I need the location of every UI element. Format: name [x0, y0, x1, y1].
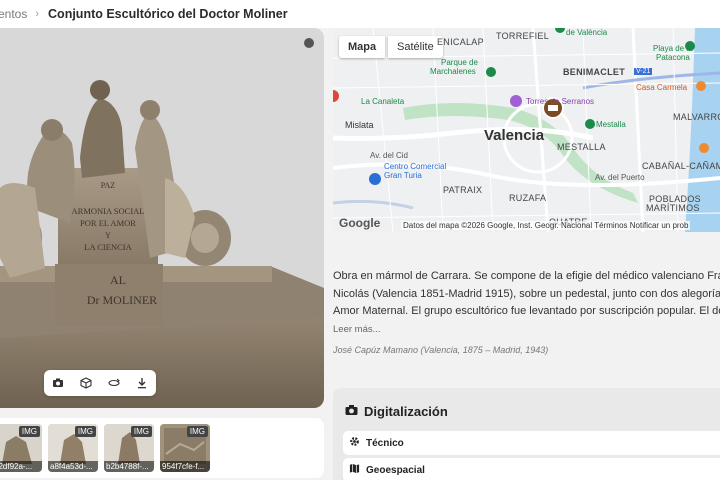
camera-icon[interactable]: [48, 373, 68, 393]
digitalization-panel: Digitalización Técnico Geoespacial: [333, 388, 720, 480]
thumbnail[interactable]: IMG a8f4a53d-...: [48, 424, 98, 472]
breadcrumb-previous-link[interactable]: entos: [0, 7, 27, 21]
map-attribution[interactable]: Datos del mapa ©2026 Google, Inst. Geogr…: [401, 221, 691, 230]
thumbnail-caption: 22df92a-...: [0, 461, 42, 472]
thumbnail-strip: IMG 22df92a-... IMG a8f4a53d-... IMG b2b…: [0, 418, 324, 478]
satellite-view-button[interactable]: Satélite: [388, 36, 443, 58]
thumbnail[interactable]: IMG 22df92a-...: [0, 424, 42, 472]
map-label: MALVARROS: [673, 112, 720, 122]
map-label: RUZAFA: [509, 193, 547, 203]
map-label: Gran Turia: [384, 171, 422, 180]
map-label: de València: [566, 28, 608, 37]
inscription-line: POR EL AMOR: [80, 218, 136, 228]
panel-title-text: Digitalización: [364, 404, 448, 419]
image-badge: IMG: [74, 426, 96, 437]
viewer-toolbar: [44, 370, 156, 396]
accordion-label: Técnico: [366, 437, 404, 449]
description-line: Amor Maternal. El grupo escultórico fue …: [333, 305, 720, 317]
description-text: Obra en mármol de Carrara. Se compone de…: [333, 268, 720, 321]
thumbnail-caption: a8f4a53d-...: [48, 461, 98, 472]
accordion-label: Geoespacial: [366, 464, 425, 476]
accordion-technical[interactable]: Técnico: [343, 431, 720, 455]
image-badge: IMG: [186, 426, 208, 437]
thumbnail-caption: b2b4788f-...: [104, 461, 154, 472]
map-icon: [349, 463, 360, 477]
map-label: Playa de la: [653, 44, 693, 53]
accordion-geospatial[interactable]: Geoespacial: [343, 458, 720, 480]
map-label: Parque de: [441, 58, 478, 67]
sculpture-render: PAZ ARMONIA SOCIAL POR EL AMOR Y LA CIEN…: [0, 80, 324, 408]
map-label: Centro Comercial: [384, 162, 447, 171]
map-label: BENIMACLET: [563, 67, 625, 77]
page-title: Conjunto Escultórico del Doctor Moliner: [48, 7, 288, 21]
inscription-line: Y: [105, 231, 111, 240]
panel-title: Digitalización: [345, 404, 448, 419]
map-city-label: Valencia: [484, 127, 545, 144]
road-shield: V-21: [634, 68, 653, 75]
map-label: Av. del Cid: [370, 151, 408, 160]
map-label: Casa Carmela: [636, 83, 688, 92]
map-label: MARÍTIMOS: [646, 203, 700, 213]
inscription-line: PAZ: [101, 181, 115, 190]
inscription-line: Dr MOLINER: [87, 293, 157, 307]
chevron-right-icon: ›: [35, 8, 40, 20]
download-icon[interactable]: [132, 373, 152, 393]
inscription-line: LA CIENCIA: [84, 242, 132, 252]
map-label: Torres de Serranos: [526, 97, 595, 106]
location-map[interactable]: Mapa Satélite TORREFIEL ENICALAP de Valè…: [333, 28, 720, 232]
model-viewer[interactable]: PAZ ARMONIA SOCIAL POR EL AMOR Y LA CIEN…: [0, 28, 324, 408]
gear-icon: [349, 436, 360, 450]
image-badge: IMG: [130, 426, 152, 437]
map-label: Av. del Puerto: [595, 173, 645, 182]
camera-icon: [345, 404, 358, 419]
thumbnail[interactable]: IMG 954f7cfe-f...: [160, 424, 210, 472]
description-line: Nicolás (Valencia 1851-Madrid 1915), sob…: [333, 287, 720, 300]
map-label: Marchalenes: [430, 67, 476, 76]
map-label: La Canaleta: [361, 97, 405, 106]
map-label: Mislata: [345, 120, 374, 130]
map-label: MESTALLA: [557, 142, 606, 152]
inscription-line: AL: [110, 273, 126, 287]
breadcrumb: entos › Conjunto Escultórico del Doctor …: [0, 0, 720, 28]
map-label: Patacona: [656, 53, 690, 62]
image-badge: IMG: [18, 426, 40, 437]
cube-icon[interactable]: [76, 373, 96, 393]
map-label: ENICALAP: [437, 37, 484, 47]
map-label: PATRAIX: [443, 185, 483, 195]
map-label: CABAÑAL-CAÑAMEL: [642, 161, 720, 171]
status-dot-icon: [304, 38, 314, 48]
google-logo: Google: [339, 216, 381, 230]
thumbnail-caption: 954f7cfe-f...: [160, 461, 210, 472]
inscription-line: ARMONIA SOCIAL: [72, 206, 145, 216]
read-more-link[interactable]: Leer más...: [333, 324, 381, 335]
thumbnail[interactable]: IMG b2b4788f-...: [104, 424, 154, 472]
description-line: Obra en mármol de Carrara. Se compone de…: [333, 270, 720, 282]
author-credit: José Capúz Mamano (Valencia, 1875 – Madr…: [333, 345, 549, 355]
map-label: Mestalla: [596, 120, 626, 129]
map-view-button[interactable]: Mapa: [339, 36, 386, 58]
rotate-360-icon[interactable]: [104, 373, 124, 393]
map-label: TORREFIEL: [496, 31, 550, 41]
